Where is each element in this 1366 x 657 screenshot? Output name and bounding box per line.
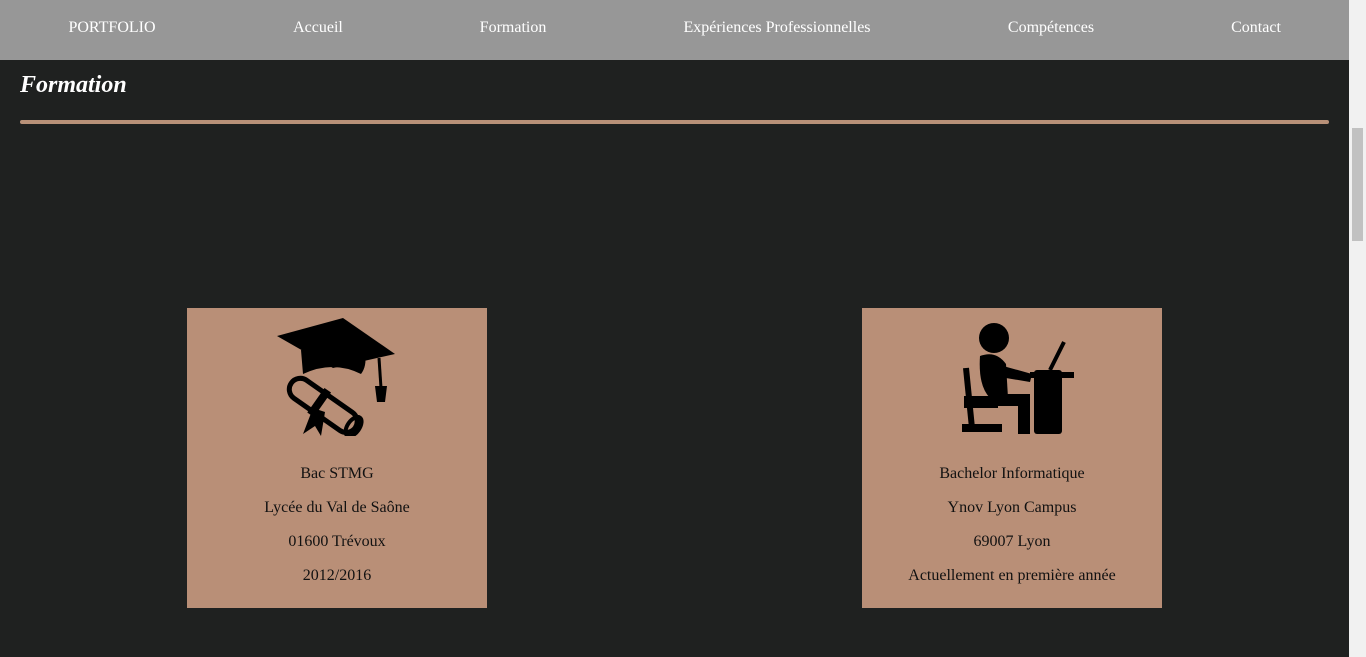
vertical-scrollbar[interactable] — [1349, 0, 1366, 657]
education-card-bac: Bac STMG Lycée du Val de Saône 01600 Tré… — [187, 308, 487, 608]
card-dates: 2012/2016 — [302, 567, 372, 584]
card-status: Actuellement en première année — [908, 567, 1116, 584]
nav-experiences[interactable]: Expériences Professionnelles — [683, 19, 870, 37]
card-school: Lycée du Val de Saône — [264, 499, 410, 516]
card-location: 69007 Lyon — [973, 533, 1051, 550]
graduation-cap-diploma-icon — [275, 316, 399, 441]
section-divider — [20, 120, 1329, 124]
card-title: Bac STMG — [300, 465, 374, 482]
card-title: Bachelor Informatique — [939, 465, 1085, 482]
section-title: Formation — [20, 72, 127, 98]
nav-accueil[interactable]: Accueil — [293, 19, 343, 37]
education-card-bachelor: Bachelor Informatique Ynov Lyon Campus 6… — [862, 308, 1162, 608]
nav-portfolio[interactable]: PORTFOLIO — [68, 19, 155, 37]
nav-formation[interactable]: Formation — [480, 19, 547, 37]
nav-contact[interactable]: Contact — [1231, 19, 1281, 37]
navbar: PORTFOLIO Accueil Formation Expériences … — [0, 0, 1349, 60]
card-school: Ynov Lyon Campus — [947, 499, 1077, 516]
student-at-desk-icon — [950, 316, 1074, 441]
nav-competences[interactable]: Compétences — [1008, 19, 1094, 37]
scrollbar-thumb[interactable] — [1352, 128, 1363, 241]
card-location: 01600 Trévoux — [288, 533, 386, 550]
